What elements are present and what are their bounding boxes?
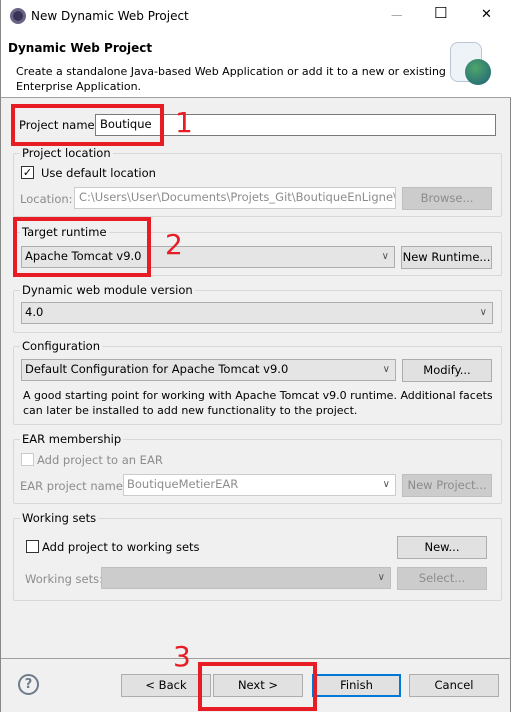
configuration-title: Configuration	[20, 339, 102, 353]
ear-project-name-label: EAR project name:	[20, 479, 127, 493]
title-bar: New Dynamic Web Project — ☐ ✕	[1, 0, 511, 32]
eclipse-icon	[10, 8, 26, 24]
close-button[interactable]: ✕	[481, 8, 492, 22]
annotation-number-2: 2	[165, 228, 183, 261]
chevron-down-icon: ∨	[382, 364, 390, 375]
chevron-down-icon: ∨	[381, 251, 389, 262]
chevron-down-icon: ∨	[382, 479, 390, 490]
module-version-value: 4.0	[25, 305, 44, 319]
working-sets-label: Working sets:	[25, 572, 104, 586]
add-to-working-sets-label: Add project to working sets	[42, 540, 200, 554]
help-icon[interactable]: ?	[18, 674, 39, 695]
ear-membership-title: EAR membership	[20, 432, 124, 446]
add-to-ear-label: Add project to an EAR	[37, 453, 163, 467]
annotation-box-1	[11, 104, 164, 146]
project-location-title: Project location	[20, 146, 113, 160]
working-sets-select[interactable]: ∨	[101, 567, 391, 589]
working-sets-title: Working sets	[20, 511, 99, 525]
use-default-location-checkbox[interactable]: ✓	[21, 166, 34, 179]
page-title: Dynamic Web Project	[8, 41, 153, 55]
ear-project-name-select[interactable]: BoutiqueMetierEAR ∨	[123, 474, 396, 496]
use-default-location-label: Use default location	[41, 166, 156, 180]
configuration-select[interactable]: Default Configuration for Apache Tomcat …	[21, 359, 396, 381]
add-to-working-sets-checkbox[interactable]	[26, 540, 39, 553]
help-glyph: ?	[24, 677, 33, 692]
configuration-description-2: can later be installed to add new functi…	[23, 404, 358, 417]
configuration-value: Default Configuration for Apache Tomcat …	[25, 362, 289, 376]
ear-project-name-value: BoutiqueMetierEAR	[127, 477, 239, 491]
chevron-down-icon: ∨	[377, 572, 385, 583]
select-working-sets-button[interactable]: Select...	[397, 567, 487, 590]
web-project-jar-icon	[450, 42, 491, 85]
maximize-button[interactable]: ☐	[434, 6, 447, 21]
module-version-title: Dynamic web module version	[20, 283, 195, 297]
cancel-button[interactable]: Cancel	[409, 674, 499, 697]
globe-icon	[465, 59, 491, 85]
annotation-number-3: 3	[173, 640, 191, 673]
finish-button[interactable]: Finish	[312, 674, 401, 697]
annotation-box-3	[198, 662, 317, 711]
minimize-button[interactable]: —	[391, 8, 403, 22]
configuration-description-1: A good starting point for working with A…	[23, 389, 493, 402]
location-input[interactable]: C:\Users\User\Documents\Projets_Git\Bout…	[74, 187, 396, 209]
window-title: New Dynamic Web Project	[31, 9, 189, 23]
new-project-button[interactable]: New Project...	[402, 474, 492, 497]
add-to-ear-checkbox[interactable]	[21, 453, 34, 466]
new-working-set-button[interactable]: New...	[397, 536, 487, 559]
modify-button[interactable]: Modify...	[402, 359, 492, 382]
browse-button[interactable]: Browse...	[402, 187, 492, 210]
annotation-box-2	[13, 217, 151, 277]
page-description-1: Create a standalone Java-based Web Appli…	[16, 65, 446, 78]
new-runtime-button[interactable]: New Runtime...	[401, 246, 492, 269]
module-version-select[interactable]: 4.0 ∨	[21, 302, 493, 324]
location-label: Location:	[20, 192, 73, 206]
chevron-down-icon: ∨	[479, 307, 487, 318]
annotation-number-1: 1	[175, 106, 193, 139]
wizard-header: Dynamic Web Project Create a standalone …	[1, 32, 511, 98]
page-description-2: Enterprise Application.	[16, 80, 142, 93]
footer-separator	[1, 658, 511, 659]
